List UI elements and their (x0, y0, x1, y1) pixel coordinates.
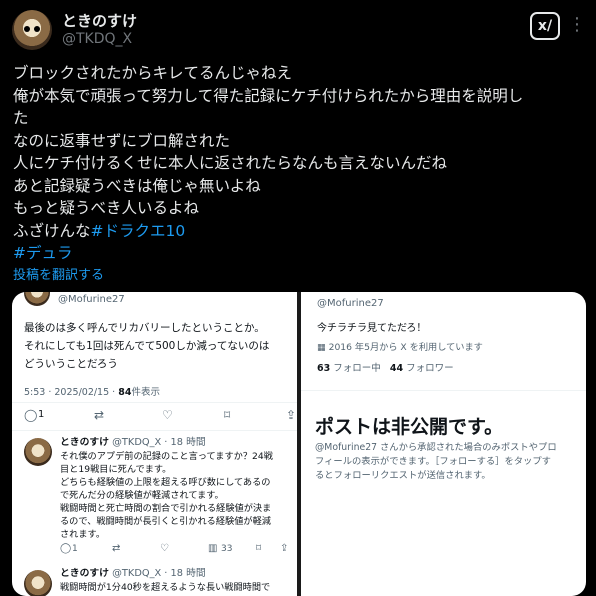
hashtag-link[interactable]: #ドラクエ10 (91, 222, 186, 240)
reply-author-name[interactable]: ときのすけ (60, 568, 109, 579)
reply-count: 1 (72, 544, 78, 554)
reply-line: それ僕のアプデ前の記録のこと言ってますか？24戦 (60, 451, 273, 462)
reply-line: されます。 (60, 529, 106, 540)
tweet-line: ブロックされたからキレてるんじゃねえ (13, 64, 293, 82)
bookmark-icon[interactable]: ⌑ (256, 543, 261, 554)
like-icon[interactable]: ♡ (160, 543, 169, 554)
divider (12, 430, 297, 431)
author-display-name[interactable]: ときのすけ (62, 10, 137, 31)
reply-line: 目と19戦目に死んでます。 (60, 464, 172, 475)
calendar-icon: ▦ (317, 342, 329, 353)
reply-author-name[interactable]: ときのすけ (60, 437, 109, 448)
bookmark-icon[interactable]: ⌑ (224, 408, 230, 422)
followers-count[interactable]: 44 (390, 363, 403, 374)
views-icon: ▥ (208, 543, 218, 554)
tweet-line: 人にケチ付けるくせに本人に返されたらなんも言えないんだね (13, 154, 448, 172)
quoted-handle: @Mofurine27 (58, 294, 125, 305)
private-posts-title: ポストは非公開です。 (315, 416, 504, 438)
reply-header: ときのすけ @TKDQ_X · 18 時間 (60, 434, 206, 451)
quoted-avatar (24, 292, 50, 306)
tweet-line: #デュラ (13, 242, 585, 265)
tweet-text: ブロックされたからキレてるんじゃねえ 俺が本気で頑張って努力して得た記録にケチ付… (13, 62, 585, 265)
reply-icon[interactable]: ◯ (24, 408, 37, 422)
reply-meta: @TKDQ_X · 18 時間 (112, 568, 206, 579)
avatar-eye-left (24, 26, 30, 32)
translate-post-link[interactable]: 投稿を翻訳する (13, 264, 104, 283)
quoted-post-line: どういうことだろう (24, 358, 118, 370)
screenshot-left[interactable]: @Mofurine27 最後のは多く呼んでリカバリーしたということか。 それにし… (12, 292, 297, 596)
grok-icon[interactable]: x/ (530, 12, 560, 40)
reply-line: 戦闘時間と死亡時間の割合で引かれる経験値が決ま (60, 503, 272, 514)
post-time: 5:53 · 2025/02/15 · (24, 387, 119, 398)
followers-label[interactable]: フォロワー (406, 363, 454, 374)
profile-joined: ▦ 2016 年5月から X を利用しています (317, 339, 483, 356)
following-label[interactable]: フォロー中 (333, 363, 381, 374)
views-count: 84 (118, 387, 132, 398)
views-label: 件表示 (131, 387, 160, 398)
tweet-line: もっと疑うべき人いるよね (13, 199, 200, 217)
avatar-eye-right (34, 26, 40, 32)
quoted-post-line: それにしても1回は死んでて500しか減ってないのは (24, 340, 270, 352)
tweet-line: 俺が本気で頑張って努力して得た記録にケチ付けられたから理由を説明し (13, 86, 524, 105)
profile-bio: 今チラチラ見てただろ！ (317, 323, 427, 334)
follow-stats: 63 フォロー中 44 フォロワー (317, 360, 454, 377)
tweet-line: ふざけんな#ドラクエ10 (13, 220, 585, 243)
divider (301, 390, 586, 391)
reply-avatar[interactable] (24, 570, 52, 596)
reply-avatar[interactable] (24, 438, 52, 466)
hashtag-link[interactable]: #デュラ (13, 244, 73, 262)
tweet-line-prefix: ふざけんな (13, 221, 91, 240)
share-icon[interactable]: ⇪ (280, 543, 288, 554)
reply-meta: @TKDQ_X · 18 時間 (112, 437, 206, 448)
screenshot-right[interactable]: @Mofurine27 今チラチラ見てただろ！ ▦ 2016 年5月から X を… (301, 292, 586, 596)
following-count[interactable]: 63 (317, 363, 330, 374)
reply-line: るので、戦闘時間が長引くと引かれる経験値が軽減 (60, 516, 271, 527)
reply-line: 戦闘時間が1分40秒を超えるような長い戦闘時間で (60, 582, 271, 593)
like-icon[interactable]: ♡ (162, 408, 173, 422)
tweet-header: ときのすけ @TKDQ_X x/ ⋮ (0, 0, 596, 58)
more-options-icon[interactable]: ⋮ (568, 14, 587, 35)
reply-action-bar: ◯ 1 ⇄ ♡ ▥ 33 ⌑ ⇪ (60, 543, 292, 559)
attached-screenshots[interactable]: @Mofurine27 最後のは多く呼んでリカバリーしたということか。 それにし… (12, 292, 586, 596)
repost-icon[interactable]: ⇄ (112, 543, 120, 554)
tweet-line: た (13, 109, 29, 127)
reply-count: 1 (38, 409, 45, 420)
post-timestamp: 5:53 · 2025/02/15 · 84件表示 (24, 384, 160, 401)
tweet-line: なのに返事せずにブロ解された (13, 131, 231, 150)
tweet-line: あと記録疑うべきは俺じゃ無いよね (13, 176, 261, 195)
private-desc-line: るとフォローリクエストが送信されます。 (315, 470, 491, 481)
author-handle[interactable]: @TKDQ_X (62, 31, 132, 47)
private-desc-line: @Mofurine27 さんから承認された場合のみポストやプロ (315, 442, 557, 453)
author-avatar[interactable] (12, 10, 52, 50)
private-desc-line: フィールの表示ができます。［フォローする］をタップす (315, 456, 551, 467)
divider (12, 402, 297, 403)
reply-icon[interactable]: ◯ (60, 543, 71, 554)
views-count: 33 (221, 544, 233, 554)
quoted-post-line: 最後のは多く呼んでリカバリーしたということか。 (24, 322, 265, 334)
profile-handle: @Mofurine27 (317, 298, 384, 309)
reply-line: で死んだ分の経験値が軽減されてます。 (60, 490, 224, 501)
repost-icon[interactable]: ⇄ (94, 408, 104, 422)
joined-text: 2016 年5月から X を利用しています (328, 342, 483, 353)
reply-header: ときのすけ @TKDQ_X · 18 時間 (60, 565, 206, 582)
reply-line: どちらも経験値の上限を超える呼び数にしてあるの (60, 477, 271, 488)
action-bar: ◯ 1 ⇄ ♡ ⌑ ⇪ (24, 408, 296, 424)
share-icon[interactable]: ⇪ (286, 408, 296, 422)
